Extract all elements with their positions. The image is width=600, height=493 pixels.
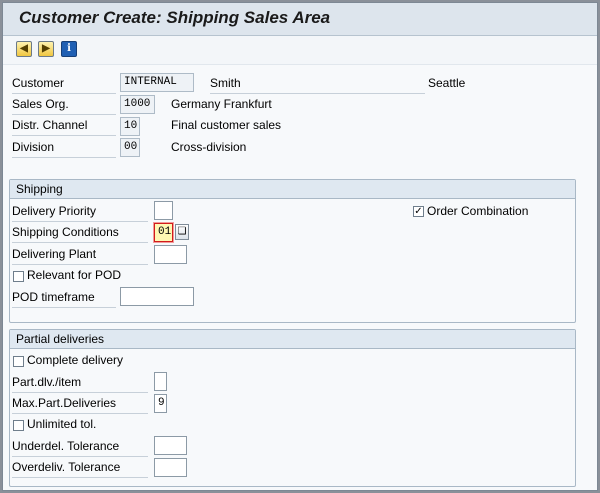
unlimited-tol-checkbox[interactable] xyxy=(13,420,24,431)
relevant-pod-label: Relevant for POD xyxy=(27,268,122,282)
info-icon[interactable]: i xyxy=(61,41,77,57)
delivery-priority-field[interactable] xyxy=(154,201,173,220)
max-part-deliveries-field[interactable]: 9 xyxy=(154,394,167,413)
sales-org-label: Sales Org. xyxy=(12,95,116,115)
order-combination-checkbox[interactable]: ✓ xyxy=(413,206,424,217)
complete-delivery-checkbox[interactable] xyxy=(13,356,24,367)
division-desc: Cross-division xyxy=(171,140,247,154)
distr-channel-field[interactable]: 10 xyxy=(120,117,140,136)
underdel-tolerance-label: Underdel. Tolerance xyxy=(12,437,148,457)
distr-channel-desc: Final customer sales xyxy=(171,118,282,132)
relevant-pod-checkbox[interactable] xyxy=(13,271,24,282)
division-field[interactable]: 00 xyxy=(120,138,140,157)
shipping-conditions-label: Shipping Conditions xyxy=(12,223,148,243)
sales-org-field[interactable]: 1000 xyxy=(120,95,155,114)
sap-window: Customer Create: Shipping Sales Area ◀ ▶… xyxy=(2,2,598,491)
customer-field[interactable]: INTERNAL xyxy=(120,73,194,92)
shipping-group-title: Shipping xyxy=(10,180,575,199)
underdel-tolerance-field[interactable] xyxy=(154,436,187,455)
overdeliv-tolerance-field[interactable] xyxy=(154,458,187,477)
order-combination-label: Order Combination xyxy=(427,204,529,218)
delivery-priority-label: Delivery Priority xyxy=(12,202,148,222)
delivering-plant-label: Delivering Plant xyxy=(12,245,148,265)
part-dlv-item-field[interactable] xyxy=(154,372,167,391)
distr-channel-label: Distr. Channel xyxy=(12,116,116,136)
shipping-conditions-field[interactable]: 01 xyxy=(153,222,174,243)
division-label: Division xyxy=(12,138,116,158)
complete-delivery-label: Complete delivery xyxy=(27,353,124,367)
customer-name: Smith xyxy=(210,74,425,94)
partial-deliveries-title: Partial deliveries xyxy=(10,330,575,349)
page-title: Customer Create: Shipping Sales Area xyxy=(19,8,331,27)
overdeliv-tolerance-label: Overdeliv. Tolerance xyxy=(12,458,148,478)
next-screen-icon[interactable]: ▶ xyxy=(38,41,54,57)
delivering-plant-field[interactable] xyxy=(154,245,187,264)
sales-org-desc: Germany Frankfurt xyxy=(171,97,272,111)
pod-timeframe-field[interactable] xyxy=(120,287,194,306)
max-part-deliveries-label: Max.Part.Deliveries xyxy=(12,394,148,414)
part-dlv-item-label: Part.dlv./item xyxy=(12,373,148,393)
customer-label: Customer xyxy=(12,74,116,94)
unlimited-tol-label: Unlimited tol. xyxy=(27,417,97,431)
application-toolbar: ◀ ▶ i xyxy=(3,36,597,65)
value-help-icon[interactable]: ❏ xyxy=(175,224,189,240)
title-bar: Customer Create: Shipping Sales Area xyxy=(3,3,597,36)
previous-screen-icon[interactable]: ◀ xyxy=(16,41,32,57)
pod-timeframe-label: POD timeframe xyxy=(12,288,116,308)
customer-city: Seattle xyxy=(428,76,466,90)
